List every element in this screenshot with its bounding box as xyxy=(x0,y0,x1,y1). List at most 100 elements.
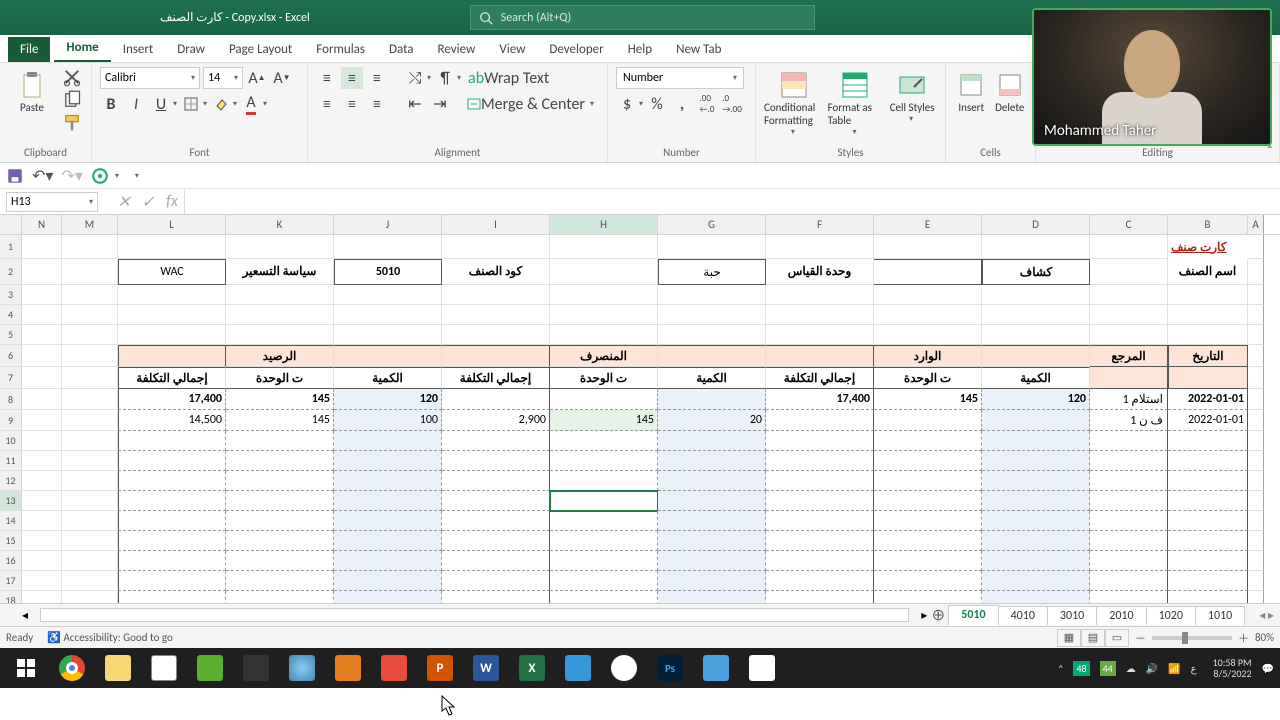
cell[interactable] xyxy=(62,591,118,603)
cell[interactable] xyxy=(442,591,550,603)
cell[interactable] xyxy=(22,471,62,491)
cell[interactable] xyxy=(442,389,550,410)
cell[interactable] xyxy=(1090,591,1168,603)
zoom-slider[interactable] xyxy=(1152,636,1232,640)
scroll-left-icon[interactable]: ◂ xyxy=(22,608,28,623)
taskbar-clock[interactable]: 10:58 PM8/5/2022 xyxy=(1213,657,1252,679)
col-header[interactable]: M xyxy=(62,215,118,234)
app-icon-2[interactable] xyxy=(280,650,324,686)
cell-styles-button[interactable]: Cell Styles▾ xyxy=(887,67,937,124)
cell[interactable]: المنصرف xyxy=(550,345,658,367)
col-header[interactable]: F xyxy=(766,215,874,234)
cell[interactable] xyxy=(226,325,334,345)
row-header[interactable]: 5 xyxy=(0,325,22,345)
cell[interactable] xyxy=(62,511,118,531)
col-header[interactable]: B xyxy=(1168,215,1248,234)
cell[interactable] xyxy=(22,345,62,367)
cell[interactable] xyxy=(226,305,334,325)
cell[interactable] xyxy=(1168,325,1248,345)
cell[interactable] xyxy=(766,345,874,367)
cell[interactable] xyxy=(658,389,766,410)
format-painter-icon[interactable] xyxy=(62,113,82,133)
cell[interactable] xyxy=(334,325,442,345)
cell[interactable] xyxy=(658,571,766,591)
cell[interactable]: كود الصنف xyxy=(442,259,550,285)
font-name-select[interactable]: Calibri▾ xyxy=(100,67,200,89)
sheet-nav-icon[interactable]: ◂ ▸ xyxy=(1259,608,1274,623)
cell[interactable] xyxy=(1090,491,1168,511)
redo-icon[interactable]: ↷▾ xyxy=(61,166,82,186)
cell[interactable] xyxy=(550,285,658,305)
align-top-icon[interactable]: ≡ xyxy=(316,67,338,89)
cell[interactable] xyxy=(874,571,982,591)
insert-cells-button[interactable]: Insert xyxy=(954,67,989,114)
cell[interactable] xyxy=(334,285,442,305)
cell[interactable] xyxy=(22,571,62,591)
col-header[interactable]: K xyxy=(226,215,334,234)
align-middle-icon[interactable]: ≡ xyxy=(341,67,363,89)
cell[interactable] xyxy=(334,531,442,551)
sheet-tab[interactable]: 2010 xyxy=(1096,606,1146,625)
cell[interactable] xyxy=(550,451,658,471)
align-right-icon[interactable]: ≡ xyxy=(366,93,388,115)
cell[interactable] xyxy=(442,325,550,345)
cell[interactable] xyxy=(550,389,658,410)
cell[interactable] xyxy=(334,431,442,451)
app-icon-6[interactable] xyxy=(740,650,784,686)
number-format-select[interactable]: Number▾ xyxy=(616,67,744,89)
cell[interactable] xyxy=(766,431,874,451)
cell[interactable]: إجمالي التكلفة xyxy=(442,367,550,389)
sheet-tab[interactable]: 1020 xyxy=(1146,606,1196,625)
percent-icon[interactable]: % xyxy=(646,93,668,115)
cell[interactable]: إجمالي التكلفة xyxy=(118,367,226,389)
cell[interactable] xyxy=(1248,431,1264,451)
cell[interactable] xyxy=(766,571,874,591)
excel-icon[interactable]: X xyxy=(510,650,554,686)
cell[interactable] xyxy=(982,305,1090,325)
cell[interactable] xyxy=(226,285,334,305)
cell[interactable]: الوارد xyxy=(874,345,982,367)
autosave-icon[interactable] xyxy=(91,167,109,185)
col-header[interactable]: H xyxy=(550,215,658,234)
cell[interactable] xyxy=(22,325,62,345)
calendar-icon[interactable] xyxy=(142,650,186,686)
zoom-in-icon[interactable]: ＋ xyxy=(1238,630,1249,646)
cell[interactable]: 2022-01-01 xyxy=(1168,410,1248,431)
cell[interactable]: WAC xyxy=(118,259,226,285)
cell[interactable] xyxy=(766,235,874,259)
row-header[interactable]: 10 xyxy=(0,431,22,451)
row-header[interactable]: 1 xyxy=(0,235,22,259)
cell[interactable] xyxy=(62,571,118,591)
row-header[interactable]: 2 xyxy=(0,259,22,285)
cell[interactable]: 120 xyxy=(982,389,1090,410)
cell[interactable] xyxy=(874,410,982,431)
cell[interactable] xyxy=(550,235,658,259)
cell[interactable] xyxy=(550,431,658,451)
cell[interactable] xyxy=(22,431,62,451)
cell[interactable]: 120 xyxy=(334,389,442,410)
tab-file[interactable]: File xyxy=(8,37,50,62)
cell[interactable]: الرصيد xyxy=(226,345,334,367)
sheet-tab[interactable]: 4010 xyxy=(998,606,1048,625)
cell[interactable] xyxy=(982,551,1090,571)
cell[interactable] xyxy=(442,511,550,531)
qat-customize-icon[interactable]: ▾ xyxy=(135,171,139,181)
cell[interactable] xyxy=(118,491,226,511)
cell[interactable] xyxy=(118,531,226,551)
formula-input[interactable] xyxy=(184,189,1280,214)
cell[interactable] xyxy=(1090,259,1168,285)
cell[interactable]: 145 xyxy=(226,410,334,431)
cell[interactable] xyxy=(874,531,982,551)
cell[interactable] xyxy=(874,325,982,345)
cell[interactable] xyxy=(766,451,874,471)
cell[interactable] xyxy=(442,471,550,491)
tray-volume-icon[interactable]: 🔊 xyxy=(1146,662,1158,675)
cell[interactable]: ف ن 1 xyxy=(1090,410,1168,431)
cell[interactable] xyxy=(1090,451,1168,471)
cell[interactable] xyxy=(334,305,442,325)
align-center-icon[interactable]: ≡ xyxy=(341,93,363,115)
increase-indent-icon[interactable]: ⇥ xyxy=(429,93,451,115)
cell[interactable] xyxy=(226,511,334,531)
fx-icon[interactable]: fx xyxy=(160,192,184,212)
cell[interactable] xyxy=(550,571,658,591)
